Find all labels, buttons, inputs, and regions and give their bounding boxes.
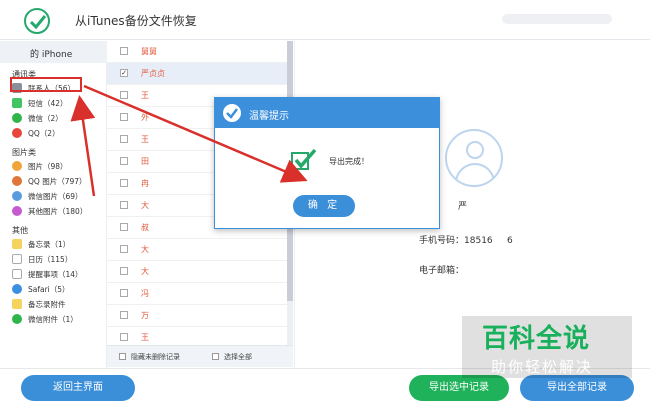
annotation-arrows — [70, 84, 308, 197]
annotation-arrow — [83, 84, 308, 183]
annotation-arrow — [70, 95, 96, 197]
